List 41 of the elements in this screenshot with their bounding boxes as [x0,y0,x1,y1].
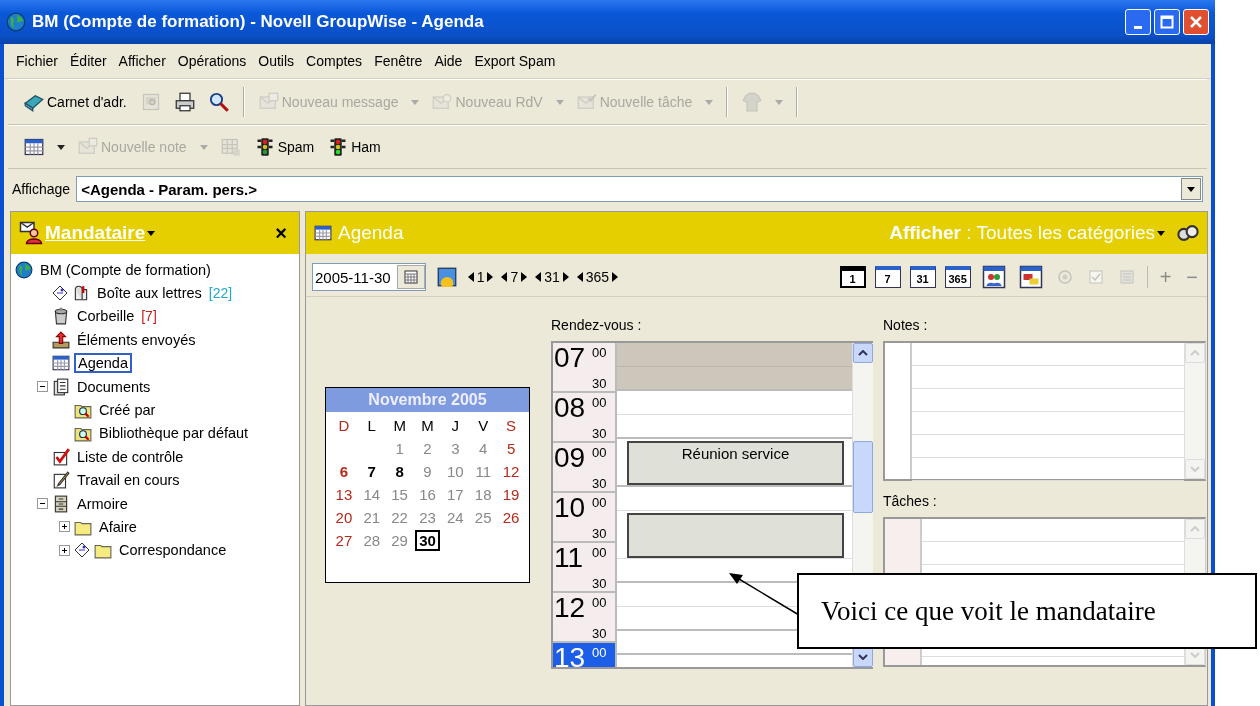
minute-label: 00 [592,395,607,410]
weekday-label: L [366,416,377,436]
hour-label: 13 [553,643,587,667]
minute-label: 30 [592,426,607,441]
weekday-label: D [337,416,351,436]
hour-label: 12 [553,593,587,625]
tasks-label: Tâches : [883,493,938,509]
minute-label: 00 [592,645,607,660]
weekday-label: M [392,416,407,436]
item-count: [7] [141,308,157,325]
minute-label: 00 [592,445,607,460]
view-label: Affichage [12,181,71,197]
month-title: Novembre 2005 [326,388,529,412]
step-label: 1 [476,269,485,285]
step-label: 31 [544,269,560,285]
step-label: 7 [510,269,519,285]
weekday-label: J [450,416,461,436]
minute-label: 00 [592,495,607,510]
panel-title: Agenda [338,222,404,244]
minute-label: 00 [592,345,607,360]
item-count: [22] [208,285,233,302]
minute-label: 00 [592,595,607,610]
window-title: BM (Compte de formation) - Novell GroupWise - Agenda [32,12,485,32]
hour-label: 09 [553,443,587,475]
step-label: 365 [585,269,610,285]
minute-label: 00 [592,545,607,560]
weekday-label: V [477,416,490,436]
hour-label: 07 [553,343,587,375]
minute-label: 30 [592,626,607,641]
minute-label: 30 [592,576,607,591]
notes-label: Notes : [883,317,929,333]
weekday-label: M [420,416,435,436]
callout-tooltip: Voici ce que voit le mandataire [797,573,1257,649]
hour-label: 08 [553,393,587,425]
appointments-label: Rendez-vous : [551,317,643,333]
hour-label: 10 [553,493,587,525]
weekday-label: S [505,416,518,436]
minute-label: 30 [592,376,607,391]
hour-label: 11 [553,543,585,575]
minute-label: 30 [592,476,607,491]
minute-label: 30 [592,526,607,541]
